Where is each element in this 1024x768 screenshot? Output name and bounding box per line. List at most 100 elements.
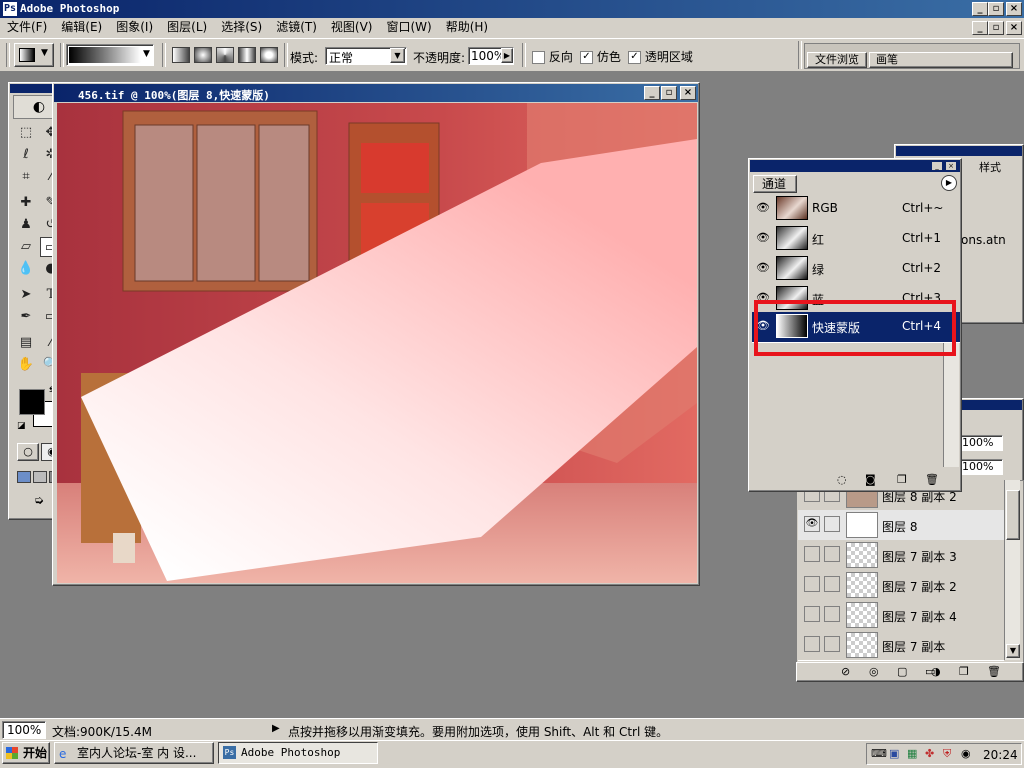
volume-icon[interactable]: ◉ [961, 747, 971, 760]
start-button[interactable]: 开始 [2, 742, 50, 764]
tab-channels[interactable]: 通道 [753, 175, 797, 193]
minimize-button[interactable]: _ [972, 2, 988, 16]
restore-button[interactable]: ▫ [988, 2, 1004, 16]
keyboard-icon[interactable]: ⌨ [871, 747, 887, 760]
clone-stamp-tool-icon[interactable]: ♟ [15, 215, 37, 235]
monitor-icon[interactable]: ▦ [907, 747, 917, 760]
menu-image[interactable]: 图象(I) [109, 18, 160, 37]
blur-tool-icon[interactable]: 💧 [15, 259, 37, 279]
visibility-toggle[interactable] [804, 546, 820, 562]
screen-mode-standard-icon[interactable] [17, 471, 31, 483]
layer-row[interactable]: 图层 7 副本 [798, 630, 1004, 661]
palette-menu-button[interactable]: ▶ [941, 175, 957, 191]
add-style-icon[interactable]: ◎ [869, 665, 879, 678]
link-toggle[interactable] [824, 636, 840, 652]
link-toggle[interactable] [824, 576, 840, 592]
layer-fill-input[interactable]: 100% [959, 459, 1003, 475]
eye-icon[interactable]: 👁 [754, 229, 772, 247]
screen-mode-full-menu-icon[interactable] [33, 471, 47, 483]
hand-tool-icon[interactable]: ✋ [15, 355, 37, 375]
tab-brushes[interactable]: 画笔 [869, 52, 1013, 68]
mode-select[interactable]: 正常 ▼ [325, 47, 407, 65]
crop-tool-icon[interactable]: ⌗ [15, 167, 37, 187]
palette-minimize-button[interactable]: _ [932, 162, 942, 170]
doc-minimize-button[interactable]: _ [972, 21, 988, 35]
layers-scrollbar[interactable]: ▼ [1004, 480, 1020, 660]
load-selection-icon[interactable]: ◌ [837, 473, 847, 486]
trash-icon[interactable]: 🗑 [925, 473, 939, 486]
menu-layer[interactable]: 图层(L) [160, 18, 214, 37]
menu-view[interactable]: 视图(V) [324, 18, 380, 37]
network-icon[interactable]: ▣ [889, 747, 899, 760]
pen-tool-icon[interactable]: ✒ [15, 307, 37, 327]
new-channel-icon[interactable]: ❐ [897, 473, 907, 486]
doc-close-button[interactable]: × [1006, 21, 1022, 35]
doc-restore-button[interactable]: ▫ [988, 21, 1004, 35]
add-mask-icon[interactable]: ▢ [897, 665, 907, 678]
clock[interactable]: 20:24 [983, 748, 1018, 762]
visibility-toggle[interactable] [804, 636, 820, 652]
document-maximize-button[interactable]: ▫ [661, 86, 677, 100]
channel-row-rgb[interactable]: 👁 RGB Ctrl+~ [752, 194, 960, 225]
link-toggle[interactable] [824, 546, 840, 562]
eye-icon[interactable]: 👁 [754, 259, 772, 277]
tab-styles[interactable]: 样式 [979, 159, 1019, 175]
task-button-forum[interactable]: e 室内人论坛-室 内 设... [54, 742, 214, 764]
eye-icon[interactable]: 👁 [804, 516, 820, 532]
gradient-picker[interactable]: ▼ [66, 44, 154, 66]
link-layers-icon[interactable]: ⊘ [841, 665, 850, 678]
palette-close-button[interactable]: × [946, 162, 956, 170]
document-close-button[interactable]: × [680, 86, 696, 100]
eye-icon[interactable]: 👁 [754, 199, 772, 217]
tool-preset-picker[interactable]: ▼ [14, 43, 54, 67]
layer-row[interactable]: 图层 7 副本 4 [798, 600, 1004, 631]
layer-row[interactable]: 👁 图层 8 [798, 510, 1004, 541]
menu-help[interactable]: 帮助(H) [439, 18, 495, 37]
dither-checkbox[interactable]: ✓ 仿色 [580, 48, 621, 65]
healing-brush-tool-icon[interactable]: ✚ [15, 193, 37, 213]
path-selection-tool-icon[interactable]: ➤ [15, 285, 37, 305]
lasso-tool-icon[interactable]: ℓ [15, 145, 37, 165]
canvas[interactable] [57, 103, 697, 583]
layer-opacity-input[interactable]: 100% [959, 435, 1003, 451]
document-minimize-button[interactable]: _ [644, 86, 660, 100]
marquee-tool-icon[interactable]: ⬚ [15, 123, 37, 143]
diamond-gradient-button[interactable] [260, 47, 278, 63]
opacity-input[interactable]: 100% ▶ [468, 47, 514, 65]
styles-palette-titlebar[interactable] [896, 146, 1022, 156]
adjustment-layer-icon[interactable]: ◑ [931, 665, 941, 678]
notes-tool-icon[interactable]: ▤ [15, 333, 37, 353]
reverse-checkbox[interactable]: 反向 [532, 48, 573, 65]
tray-app-icon[interactable]: ✤ [925, 747, 934, 760]
channel-row-green[interactable]: 👁 绿 Ctrl+2 [752, 254, 960, 285]
visibility-toggle[interactable] [804, 606, 820, 622]
scroll-down-button[interactable]: ▼ [1006, 644, 1020, 658]
menu-filter[interactable]: 滤镜(T) [269, 18, 324, 37]
radial-gradient-button[interactable] [194, 47, 212, 63]
eraser-tool-icon[interactable]: ▱ [15, 237, 37, 257]
save-selection-icon[interactable]: ◙ [865, 473, 876, 486]
layer-row[interactable]: 图层 7 副本 3 [798, 540, 1004, 571]
angle-gradient-button[interactable] [216, 47, 234, 63]
new-layer-icon[interactable]: ❐ [959, 665, 969, 678]
triangle-right-icon[interactable]: ▶ [501, 48, 513, 63]
document-titlebar[interactable]: 456.tif @ 100%(图层 8,快速蒙版) _ ▫ × [54, 84, 698, 102]
reverse-checkbox-box[interactable] [532, 51, 545, 64]
transparency-checkbox[interactable]: ✓ 透明区域 [628, 48, 693, 65]
task-button-photoshop[interactable]: Ps Adobe Photoshop [218, 742, 378, 764]
document-size[interactable]: 文档:900K/15.4M [52, 723, 152, 740]
channel-row-red[interactable]: 👁 红 Ctrl+1 [752, 224, 960, 255]
reflected-gradient-button[interactable] [238, 47, 256, 63]
zoom-field[interactable]: 100% [2, 721, 46, 739]
standard-mode-button[interactable]: ○ [17, 443, 39, 461]
linear-gradient-button[interactable] [172, 47, 190, 63]
shield-icon[interactable]: ⛨ [943, 747, 951, 761]
channels-titlebar[interactable]: _ × [750, 160, 960, 172]
scrollbar-thumb[interactable] [1006, 490, 1020, 540]
close-button[interactable]: × [1006, 2, 1022, 16]
dither-checkbox-box[interactable]: ✓ [580, 51, 593, 64]
foreground-color-swatch[interactable] [19, 389, 45, 415]
tab-file-browser[interactable]: 文件浏览 [807, 52, 867, 68]
layer-row[interactable]: 图层 7 副本 2 [798, 570, 1004, 601]
layers-palette-titlebar[interactable] [956, 400, 1022, 410]
